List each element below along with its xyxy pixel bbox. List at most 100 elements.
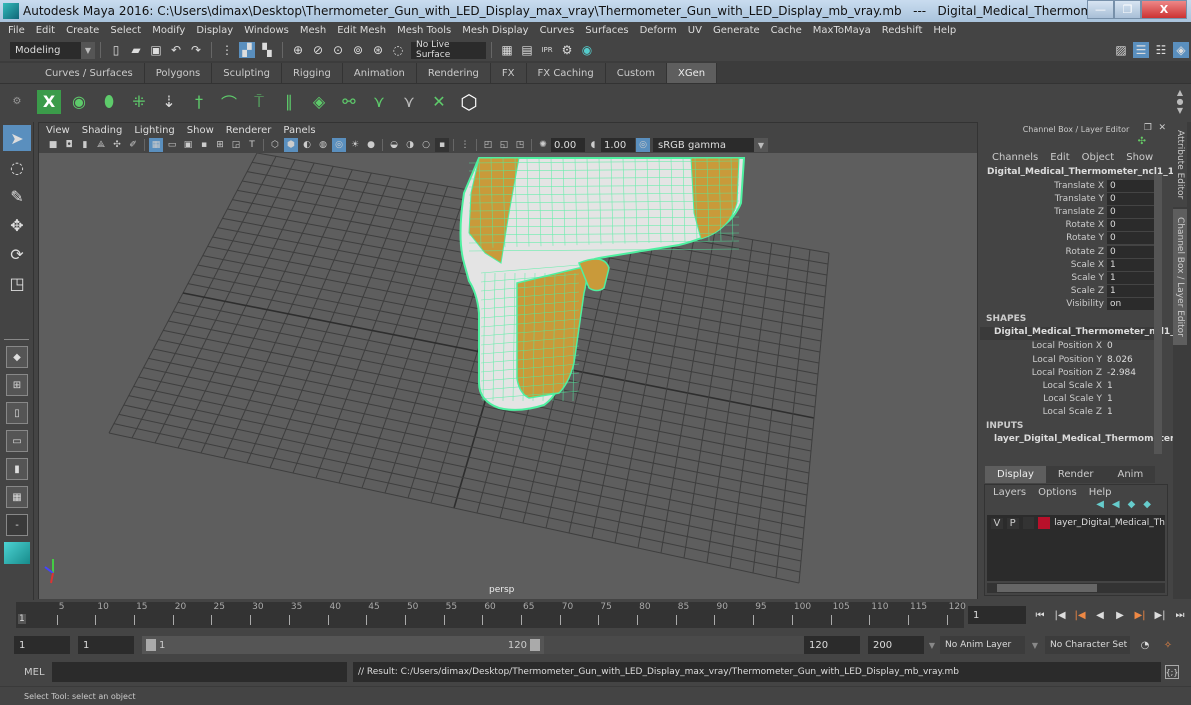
tab-channel-box-layer-editor[interactable]: Channel Box / Layer Editor bbox=[1173, 209, 1187, 346]
new-layer-selected-icon[interactable]: ◆ bbox=[1143, 499, 1159, 510]
snap-live-icon[interactable]: ⊛ bbox=[370, 42, 386, 58]
persp-graph-layout-icon[interactable]: ▭ bbox=[6, 430, 28, 452]
layer-type-toggle[interactable] bbox=[1022, 517, 1035, 529]
rotate-tool-icon[interactable]: ⟳ bbox=[3, 241, 31, 267]
channel-menu-show[interactable]: Show bbox=[1126, 152, 1153, 163]
sculpt-guides-icon[interactable]: ⇣ bbox=[157, 90, 181, 114]
channel-value[interactable]: 0 bbox=[1107, 219, 1159, 232]
channel-value[interactable]: 1 bbox=[1107, 258, 1159, 271]
animation-start-field[interactable]: 1 bbox=[14, 636, 70, 654]
channel-value[interactable]: 0 bbox=[1107, 341, 1113, 351]
menu-curves[interactable]: Curves bbox=[540, 25, 575, 36]
persp-graph-hypergraph-layout-icon[interactable]: ▦ bbox=[6, 486, 28, 508]
shape-channel-row[interactable]: Local Position Y 8.026 bbox=[980, 353, 1172, 366]
resolution-gate-icon[interactable]: ▣ bbox=[181, 138, 195, 152]
menu-display[interactable]: Display bbox=[196, 25, 233, 36]
menu-modify[interactable]: Modify bbox=[152, 25, 185, 36]
bookmark-icon[interactable]: ▮ bbox=[78, 138, 92, 152]
shelf-tab-curves-surfaces[interactable]: Curves / Surfaces bbox=[34, 63, 145, 83]
gamma-field[interactable]: 1.00 bbox=[601, 138, 635, 152]
shadows-icon[interactable]: ● bbox=[364, 138, 378, 152]
close-panel-icon[interactable]: ✕ bbox=[1158, 123, 1166, 133]
xgen-clear-preview-icon[interactable]: ⬮ bbox=[97, 90, 121, 114]
menu-mesh-display[interactable]: Mesh Display bbox=[462, 25, 528, 36]
panel-menu-shading[interactable]: Shading bbox=[82, 125, 123, 136]
step-forward-frame-icon[interactable]: ▶| bbox=[1153, 608, 1167, 622]
menu-set-dropdown[interactable]: Modeling ▼ bbox=[10, 41, 95, 59]
panel-menu-view[interactable]: View bbox=[46, 125, 70, 136]
panel-menu-renderer[interactable]: Renderer bbox=[226, 125, 272, 136]
shelf-tab-polygons[interactable]: Polygons bbox=[144, 63, 213, 83]
current-frame-field[interactable]: 1 bbox=[968, 606, 1026, 624]
add-guides-icon[interactable]: ⁜ bbox=[127, 90, 151, 114]
float-panel-icon[interactable]: ❐ bbox=[1144, 123, 1152, 133]
channel-menu-object[interactable]: Object bbox=[1082, 152, 1115, 163]
add-guide-icon[interactable]: † bbox=[187, 90, 211, 114]
groom-brush-icon[interactable]: ⋎ bbox=[367, 90, 391, 114]
single-perspective-layout-icon[interactable]: ◆ bbox=[6, 346, 28, 368]
select-component-icon[interactable]: ▚ bbox=[259, 42, 275, 58]
layer-menu-layers[interactable]: Layers bbox=[993, 487, 1026, 498]
menu-windows[interactable]: Windows bbox=[244, 25, 289, 36]
render-settings-icon[interactable]: ⚙ bbox=[559, 42, 575, 58]
move-layer-up-icon[interactable]: ◀ bbox=[1096, 499, 1112, 510]
channel-row[interactable]: Rotate Z0 bbox=[980, 245, 1172, 258]
step-back-frame-icon[interactable]: |◀ bbox=[1053, 608, 1067, 622]
shape-channel-row[interactable]: Local Scale Z 1 bbox=[980, 406, 1172, 419]
channel-value[interactable]: 1 bbox=[1107, 407, 1113, 417]
channel-value[interactable]: on bbox=[1107, 298, 1159, 311]
animation-preferences-icon[interactable]: ✧ bbox=[1161, 638, 1175, 652]
shelf-settings-icon[interactable]: ⚙ bbox=[0, 96, 34, 107]
xgen-logo-icon[interactable]: ⬡ bbox=[457, 90, 481, 114]
depth-of-field-icon[interactable]: ▪ bbox=[435, 138, 449, 152]
layer-horizontal-scrollbar[interactable] bbox=[987, 583, 1165, 593]
save-scene-icon[interactable]: ▣ bbox=[148, 42, 164, 58]
hypershade-icon[interactable]: ◉ bbox=[579, 42, 595, 58]
shelf-tab-fx-caching[interactable]: FX Caching bbox=[526, 63, 606, 83]
snap-grid-icon[interactable]: ⊕ bbox=[290, 42, 306, 58]
channel-value[interactable]: -2.984 bbox=[1107, 368, 1136, 378]
step-forward-key-icon[interactable]: ▶| bbox=[1133, 608, 1147, 622]
select-hierarchy-icon[interactable]: ⋮ bbox=[219, 42, 235, 58]
wireframe-icon[interactable]: ⬡ bbox=[268, 138, 282, 152]
default-material-icon[interactable]: ◐ bbox=[300, 138, 314, 152]
use-all-lights-icon[interactable]: ☀ bbox=[348, 138, 362, 152]
paint-select-tool-icon[interactable]: ✎ bbox=[3, 183, 31, 209]
panel-menu-panels[interactable]: Panels bbox=[283, 125, 315, 136]
menu-edit-mesh[interactable]: Edit Mesh bbox=[337, 25, 386, 36]
select-tool-icon[interactable]: ➤ bbox=[3, 125, 31, 151]
lasso-tool-icon[interactable]: ◌ bbox=[3, 154, 31, 180]
channel-value[interactable]: 0 bbox=[1107, 245, 1159, 258]
film-gate-icon[interactable]: ▭ bbox=[165, 138, 179, 152]
grease-pencil-icon[interactable]: ✐ bbox=[126, 138, 140, 152]
channel-value[interactable]: 0 bbox=[1107, 179, 1159, 192]
guide-visibility-icon[interactable]: ⌒ bbox=[217, 90, 241, 114]
layer-row[interactable]: V P layer_Digital_Medical_Th bbox=[987, 515, 1165, 531]
color-management-icon[interactable]: ◎ bbox=[636, 138, 650, 152]
grid-icon[interactable]: ▦ bbox=[149, 138, 163, 152]
redo-icon[interactable]: ↷ bbox=[188, 42, 204, 58]
channel-row[interactable]: Rotate X0 bbox=[980, 219, 1172, 232]
panel-menu-lighting[interactable]: Lighting bbox=[134, 125, 174, 136]
shelf-tab-rendering[interactable]: Rendering bbox=[416, 63, 491, 83]
channel-box-scrollbar[interactable] bbox=[1154, 174, 1162, 454]
guides-to-curves-icon[interactable]: ∥ bbox=[277, 90, 301, 114]
move-tool-icon[interactable]: ✥ bbox=[3, 212, 31, 238]
3d-viewport[interactable]: persp bbox=[39, 153, 977, 599]
field-chart-icon[interactable]: ⊞ bbox=[213, 138, 227, 152]
move-layer-down-icon[interactable]: ◀ bbox=[1112, 499, 1128, 510]
camera-attributes-icon[interactable]: ◘ bbox=[62, 138, 76, 152]
select-object-icon[interactable]: ▞ bbox=[239, 42, 255, 58]
custom-layout-icon[interactable]: - bbox=[6, 514, 28, 536]
snap-point-icon[interactable]: ⊙ bbox=[330, 42, 346, 58]
play-backwards-icon[interactable]: ◀ bbox=[1093, 608, 1107, 622]
safe-title-icon[interactable]: T bbox=[245, 138, 259, 152]
playback-end-field[interactable]: 120 bbox=[804, 636, 860, 654]
channel-menu-channels[interactable]: Channels bbox=[992, 152, 1038, 163]
channel-value[interactable]: 8.026 bbox=[1107, 355, 1133, 365]
view-transform-dropdown[interactable]: sRGB gamma ▼ bbox=[653, 138, 768, 152]
shape-channel-row[interactable]: Local Position Z -2.984 bbox=[980, 366, 1172, 379]
groom-comb-icon[interactable]: ⋎ bbox=[397, 90, 421, 114]
channel-value[interactable]: 1 bbox=[1107, 381, 1113, 391]
layer-playback-toggle[interactable]: P bbox=[1006, 517, 1019, 529]
